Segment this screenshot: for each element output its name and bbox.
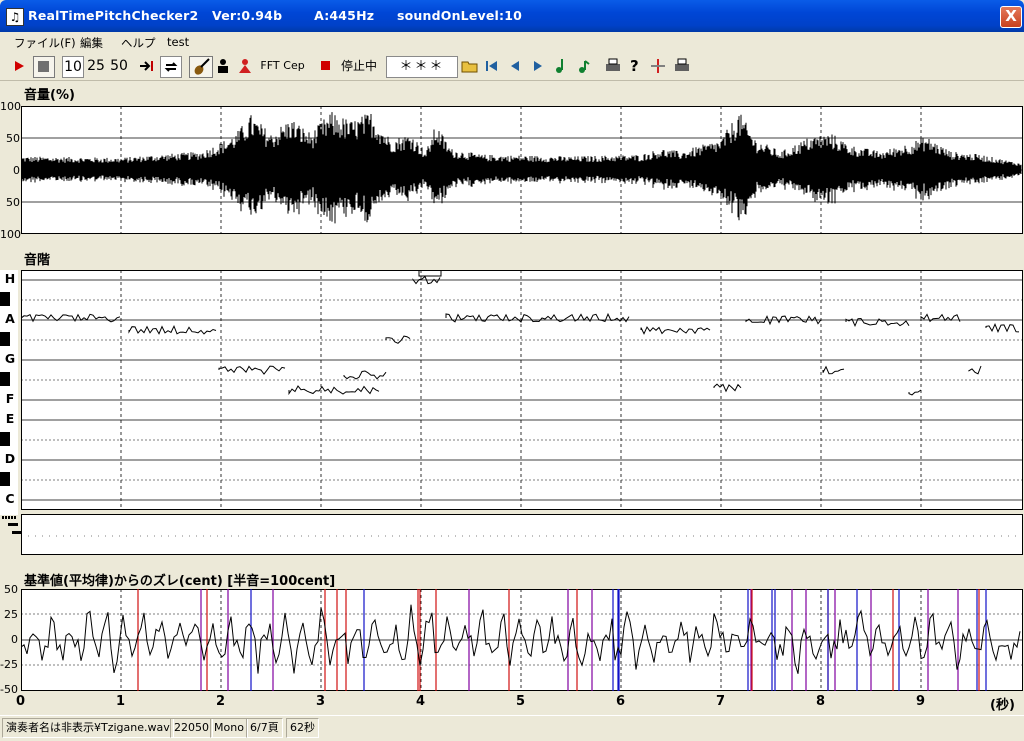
status-samplerate: 22050 (170, 718, 213, 738)
dev-tick-25: 25 (4, 608, 18, 621)
speed-50-button[interactable]: 50 (108, 56, 130, 76)
onset-strip (2, 514, 1023, 555)
volume-waveform-chart (21, 106, 1023, 234)
note-label-a: A (3, 311, 17, 326)
note-green-small-icon[interactable] (575, 56, 593, 76)
note-label-f: F (3, 391, 17, 406)
note-green-icon[interactable] (552, 56, 570, 76)
title-bar: ♫ RealTimePitchChecker2 Ver:0.94b A:445H… (0, 0, 1024, 32)
skip-end-icon[interactable] (137, 56, 157, 76)
cent-deviation-chart (21, 589, 1023, 691)
status-page: 6/7頁 (246, 718, 283, 738)
window-title: RealTimePitchChecker2 Ver:0.94b A:445Hz … (28, 8, 523, 23)
dev-tick-neg25: -25 (0, 658, 18, 671)
menu-test[interactable]: test (167, 35, 189, 49)
volume-tick-0: 0 (13, 164, 20, 177)
print-icon[interactable] (603, 56, 623, 76)
volume-tick-neg50: 50 (6, 196, 20, 209)
menu-edit[interactable]: 編集 (80, 35, 103, 51)
prev-frame-icon[interactable] (506, 56, 524, 76)
x-tick-5: 5 (516, 694, 526, 709)
status-filename: 演奏者名は非表示¥Tzigane.wav (2, 718, 174, 738)
status-bar: 演奏者名は非表示¥Tzigane.wav 22050 Mono 6/7頁 62秒 (0, 715, 1024, 741)
svg-text:?: ? (630, 57, 639, 75)
menu-bar: ファイル(F) 編集 ヘルプ test (0, 32, 1024, 52)
status-duration: 62秒 (286, 718, 319, 738)
play-icon[interactable] (10, 56, 28, 76)
pitch-scale-chart (21, 270, 1023, 510)
note-label-h: H (3, 271, 17, 286)
speed-25-button[interactable]: 25 (85, 56, 107, 76)
scale-title: 音階 (24, 253, 51, 268)
volume-tick-100: 100 (0, 100, 21, 113)
record-icon[interactable] (316, 56, 336, 76)
x-tick-4: 4 (416, 694, 426, 709)
x-axis-unit: (秒) (990, 698, 1015, 713)
treble-clef-icon[interactable]: ♫ (6, 8, 24, 26)
note-display: ＊＊＊ (386, 56, 458, 78)
x-tick-3: 3 (316, 694, 326, 709)
stop-icon[interactable] (33, 56, 55, 78)
fft-button[interactable]: FFT (259, 56, 281, 76)
toolbar: 10 25 50 FFT Cep 停止中 ＊＊＊ ? (0, 52, 1024, 81)
note-label-g: G (3, 351, 17, 366)
dev-tick-50: 50 (4, 583, 18, 596)
cep-button[interactable]: Cep (283, 56, 305, 76)
person-black-icon[interactable] (214, 56, 232, 76)
open-folder-icon[interactable] (460, 56, 480, 76)
x-tick-8: 8 (816, 694, 826, 709)
menu-file[interactable]: ファイル(F) (14, 35, 76, 51)
status-channels: Mono (210, 718, 248, 738)
first-frame-icon[interactable] (483, 56, 501, 76)
violin-icon[interactable] (189, 56, 213, 78)
x-tick-9: 9 (916, 694, 926, 709)
x-tick-1: 1 (116, 694, 126, 709)
note-label-d: D (3, 451, 17, 466)
volume-tick-neg100: 100 (0, 228, 21, 241)
speed-10-button[interactable]: 10 (62, 56, 84, 78)
x-tick-7: 7 (716, 694, 726, 709)
print2-icon[interactable] (672, 56, 692, 76)
close-button[interactable]: X (1000, 6, 1022, 28)
loop-icon[interactable] (160, 56, 182, 78)
next-frame-icon[interactable] (529, 56, 547, 76)
deviation-title: 基準値(平均律)からのズレ(cent) [半音=100cent] (24, 574, 336, 589)
stop-status-label: 停止中 (340, 59, 377, 73)
volume-tick-50: 50 (6, 132, 20, 145)
x-tick-2: 2 (216, 694, 226, 709)
marker-icon[interactable] (648, 56, 668, 76)
volume-title: 音量(%) (24, 88, 75, 103)
help-icon[interactable]: ? (626, 56, 644, 76)
dev-tick-0: 0 (11, 633, 18, 646)
x-tick-6: 6 (616, 694, 626, 709)
note-label-c: C (3, 491, 17, 506)
x-tick-0: 0 (16, 694, 26, 709)
menu-help[interactable]: ヘルプ (121, 35, 156, 51)
person-red-icon[interactable] (236, 56, 254, 76)
note-label-e: E (3, 411, 17, 426)
